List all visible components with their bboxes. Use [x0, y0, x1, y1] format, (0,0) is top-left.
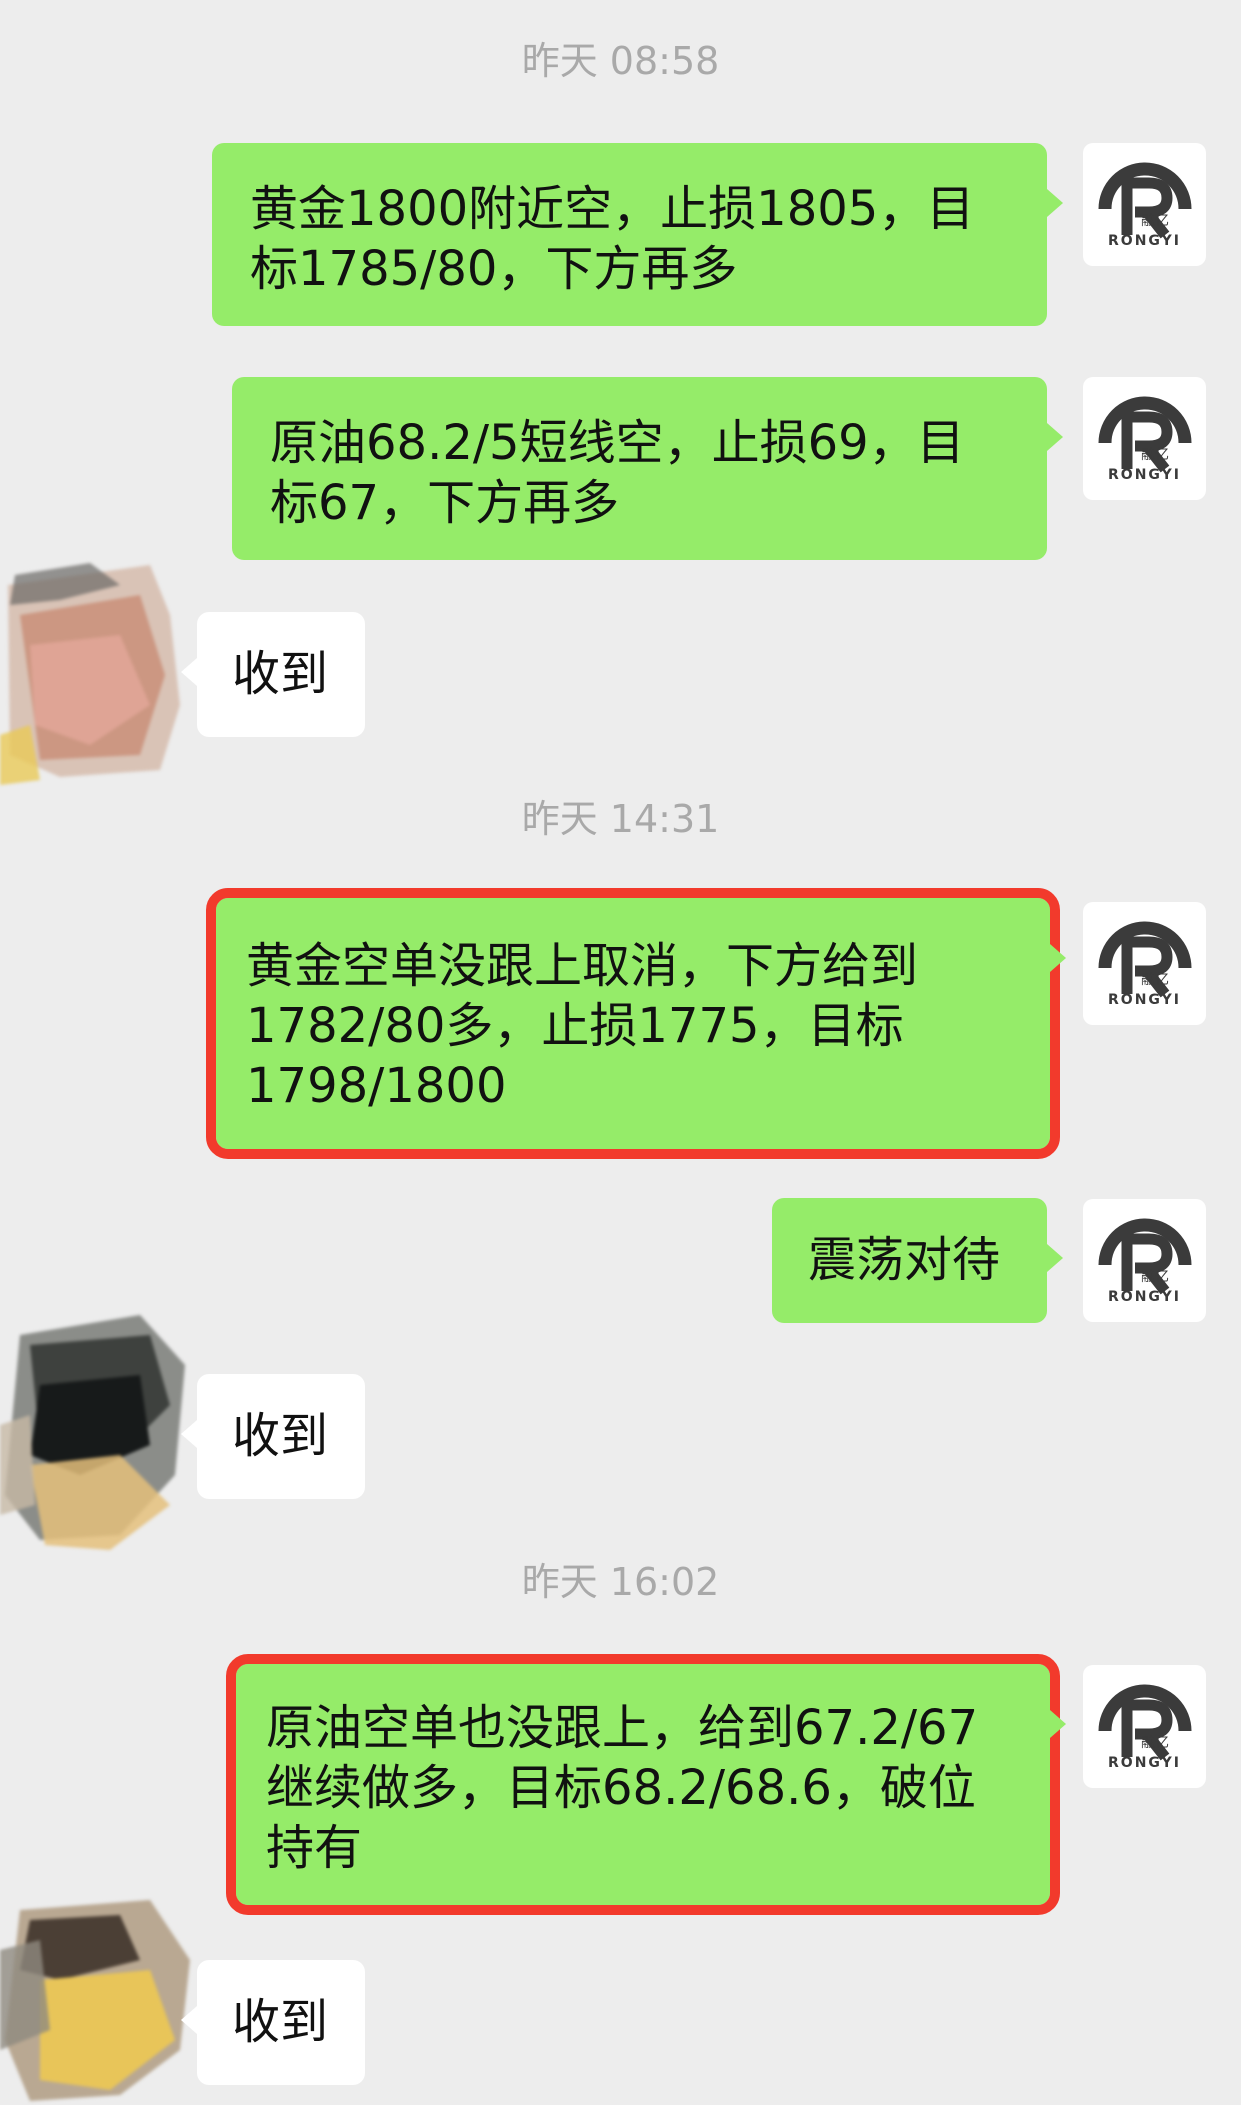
- message-line: 原油空单也没跟上，给到67.2/67: [266, 1700, 979, 1756]
- timestamp: 昨天 08:58: [521, 39, 720, 83]
- avatar-brand: RONGYI: [1108, 992, 1181, 1008]
- message-text: 收到: [232, 1408, 329, 1464]
- avatar-brand: RONGYI: [1108, 467, 1181, 483]
- avatar-brand-cn: 融亿: [1141, 447, 1169, 463]
- timestamp: 昨天 14:31: [521, 797, 720, 841]
- message-bubble-incoming[interactable]: 收到: [181, 612, 365, 737]
- message-text: 收到: [232, 1994, 329, 2050]
- timestamp: 昨天 16:02: [521, 1560, 720, 1604]
- avatar-brand-cn: 融亿: [1141, 1735, 1169, 1751]
- message-line: 标67，下方再多: [270, 475, 620, 531]
- avatar-brand-cn: 融亿: [1141, 972, 1169, 988]
- sender-avatar[interactable]: 融亿 RONGYI: [1083, 1199, 1206, 1322]
- message-bubble-outgoing[interactable]: 震荡对待: [772, 1198, 1063, 1323]
- avatar-brand-cn: 融亿: [1141, 1269, 1169, 1285]
- avatar-brand: RONGYI: [1108, 233, 1181, 249]
- message-line: 原油68.2/5短线空，止损69，目: [270, 415, 965, 471]
- message-line: 黄金1800附近空，止损1805，目: [250, 181, 975, 237]
- message-text: 收到: [232, 646, 329, 702]
- message-line: 黄金空单没跟上取消，下方给到: [246, 938, 919, 994]
- message-line: 持有: [266, 1820, 363, 1876]
- message-bubble-outgoing-highlighted[interactable]: 原油空单也没跟上，给到67.2/67 继续做多，目标68.2/68.6，破位 持…: [226, 1654, 1066, 1915]
- avatar-brand-cn: 融亿: [1141, 213, 1169, 229]
- avatar-brand: RONGYI: [1108, 1755, 1181, 1771]
- avatar-brand: RONGYI: [1108, 1289, 1181, 1305]
- blurred-avatar-icon: [0, 1900, 190, 2101]
- contact-avatar[interactable]: [0, 555, 210, 785]
- message-bubble-outgoing[interactable]: 原油68.2/5短线空，止损69，目 标67，下方再多: [232, 377, 1063, 560]
- blurred-avatar-icon: [0, 563, 180, 785]
- message-bubble-outgoing[interactable]: 黄金1800附近空，止损1805，目 标1785/80，下方再多: [212, 143, 1063, 326]
- message-line: 1798/1800: [246, 1058, 507, 1114]
- message-line: 继续做多，目标68.2/68.6，破位: [266, 1760, 976, 1816]
- contact-avatar[interactable]: [0, 1305, 210, 1550]
- sender-avatar[interactable]: 融亿 RONGYI: [1083, 377, 1206, 500]
- blurred-avatar-icon: [0, 1315, 185, 1550]
- contact-avatar[interactable]: [0, 1890, 210, 2101]
- message-line: 1782/80多，止损1775，目标: [246, 998, 904, 1054]
- sender-avatar[interactable]: 融亿 RONGYI: [1083, 1665, 1206, 1788]
- message-bubble-incoming[interactable]: 收到: [181, 1960, 365, 2085]
- message-text: 震荡对待: [808, 1232, 1001, 1288]
- message-bubble-outgoing-highlighted[interactable]: 黄金空单没跟上取消，下方给到 1782/80多，止损1775，目标 1798/1…: [206, 888, 1066, 1159]
- message-line: 标1785/80，下方再多: [250, 241, 738, 297]
- sender-avatar[interactable]: 融亿 RONGYI: [1083, 143, 1206, 266]
- message-bubble-incoming[interactable]: 收到: [181, 1374, 365, 1499]
- sender-avatar[interactable]: 融亿 RONGYI: [1083, 902, 1206, 1025]
